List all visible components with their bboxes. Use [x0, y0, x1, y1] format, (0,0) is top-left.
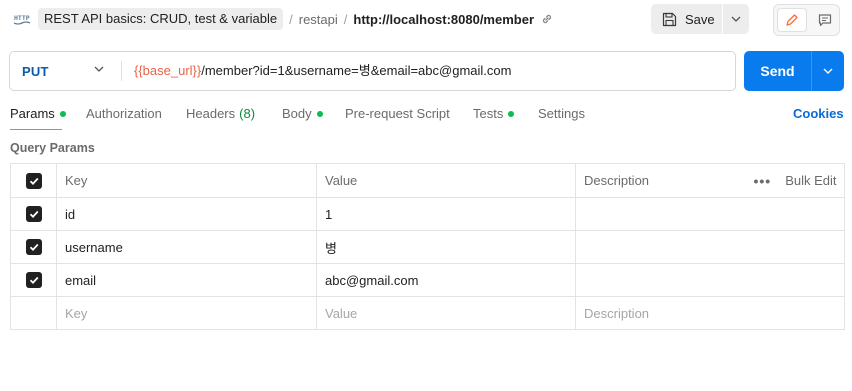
tab-headers[interactable]: Headers (8): [186, 106, 255, 130]
param-key-cell[interactable]: id: [56, 197, 317, 231]
column-header-value: Value: [316, 163, 576, 198]
status-dot: [316, 111, 323, 117]
select-all-checkbox[interactable]: [25, 172, 42, 189]
breadcrumb-collection[interactable]: REST API basics: CRUD, test & variable: [38, 8, 284, 30]
table-row: username 병: [10, 230, 845, 264]
select-all-cell: [10, 163, 57, 198]
url-input[interactable]: {{base_url}}/member?id=1&username=병&emai…: [134, 52, 511, 90]
param-description-cell[interactable]: [575, 263, 845, 297]
cookies-link[interactable]: Cookies: [793, 106, 844, 122]
param-value-cell[interactable]: 1: [316, 197, 576, 231]
breadcrumb-request-name[interactable]: http://localhost:8080/member: [353, 12, 534, 27]
save-button-group: Save: [651, 4, 749, 34]
divider: [121, 61, 122, 81]
request-header: HTTP REST API basics: CRUD, test & varia…: [0, 0, 852, 40]
param-value-cell[interactable]: 병: [316, 230, 576, 264]
breadcrumb-separator: /: [289, 11, 293, 27]
save-label: Save: [685, 11, 715, 27]
tab-label: Pre-request Script: [345, 106, 450, 121]
floppy-disk-icon: [662, 12, 677, 26]
row-checkbox-cell: [10, 197, 57, 231]
row-checkbox-cell: [10, 230, 57, 264]
row-checkbox[interactable]: [25, 206, 42, 223]
new-param-key-input[interactable]: Key: [56, 296, 317, 330]
row-checkbox-cell: [10, 296, 57, 330]
save-button[interactable]: Save: [651, 4, 723, 34]
save-options-button[interactable]: [723, 4, 749, 34]
row-checkbox[interactable]: [25, 239, 42, 256]
query-params-table: Key Value Description ••• Bulk Edit id 1…: [10, 163, 845, 330]
tab-settings[interactable]: Settings: [538, 106, 585, 130]
comments-button[interactable]: [812, 8, 838, 32]
tab-label: Settings: [538, 106, 585, 121]
send-button-group: Send: [744, 51, 844, 91]
table-header-row: Key Value Description ••• Bulk Edit: [10, 163, 845, 198]
breadcrumb-separator: /: [343, 11, 348, 27]
chevron-down-icon: [731, 16, 741, 22]
row-checkbox[interactable]: [25, 272, 42, 289]
query-params-title: Query Params: [10, 141, 95, 155]
svg-text:HTTP: HTTP: [14, 14, 30, 22]
param-key-cell[interactable]: email: [56, 263, 317, 297]
param-description-cell[interactable]: [575, 230, 845, 264]
send-options-button[interactable]: [812, 51, 844, 91]
table-actions-cell: ••• Bulk Edit: [745, 163, 845, 198]
breadcrumb-folder[interactable]: restapi: [299, 12, 338, 27]
link-icon[interactable]: [540, 12, 554, 26]
tab-label: Body: [282, 106, 312, 121]
more-options-icon[interactable]: •••: [754, 173, 772, 189]
table-row: email abc@gmail.com: [10, 263, 845, 297]
tab-count-badge: (8): [239, 106, 256, 121]
status-dot: [508, 111, 515, 117]
tab-pre-request-script[interactable]: Pre-request Script: [345, 106, 450, 130]
column-header-key: Key: [56, 163, 317, 198]
method-select[interactable]: PUT: [10, 52, 121, 90]
checkmark-icon: [29, 244, 38, 252]
http-icon: HTTP: [13, 14, 31, 25]
tab-label: Tests: [473, 106, 504, 121]
param-key-cell[interactable]: username: [56, 230, 317, 264]
request-tabs: Params Authorization Headers (8) Body Pre…: [10, 106, 844, 130]
comment-icon: [818, 14, 832, 27]
new-param-value-input[interactable]: Value: [316, 296, 576, 330]
tab-label: Authorization: [86, 106, 162, 121]
bulk-edit-button[interactable]: Bulk Edit: [785, 173, 836, 188]
edit-mode-button[interactable]: [777, 8, 807, 32]
status-dot: [59, 111, 66, 117]
send-button[interactable]: Send: [744, 51, 811, 91]
method-label: PUT: [22, 63, 49, 79]
table-row: id 1: [10, 197, 845, 231]
request-url-bar: PUT {{base_url}}/member?id=1&username=병&…: [9, 51, 736, 91]
tab-tests[interactable]: Tests: [473, 106, 515, 130]
view-mode-toggle: [773, 4, 840, 36]
tab-params[interactable]: Params: [10, 106, 66, 130]
chevron-down-icon: [823, 68, 833, 74]
checkmark-icon: [29, 277, 38, 285]
pencil-icon: [786, 14, 798, 26]
url-variable: {{base_url}}: [134, 63, 202, 78]
param-description-cell[interactable]: [575, 197, 845, 231]
chevron-down-icon: [94, 66, 104, 72]
table-row-new: Key Value Description: [10, 296, 845, 330]
tab-label: Params: [10, 106, 55, 121]
checkmark-icon: [29, 177, 38, 185]
row-checkbox-cell: [10, 263, 57, 297]
tab-authorization[interactable]: Authorization: [86, 106, 162, 130]
url-path: /member?id=1&username=병&email=abc@gmail.…: [201, 63, 512, 78]
breadcrumb: REST API basics: CRUD, test & variable /…: [38, 8, 534, 30]
checkmark-icon: [29, 211, 38, 219]
param-value-cell[interactable]: abc@gmail.com: [316, 263, 576, 297]
tab-body[interactable]: Body: [282, 106, 323, 130]
column-header-description: Description: [575, 163, 746, 198]
active-tab-indicator: [10, 129, 62, 130]
tab-label: Headers: [186, 106, 236, 121]
new-param-description-input[interactable]: Description: [575, 296, 845, 330]
